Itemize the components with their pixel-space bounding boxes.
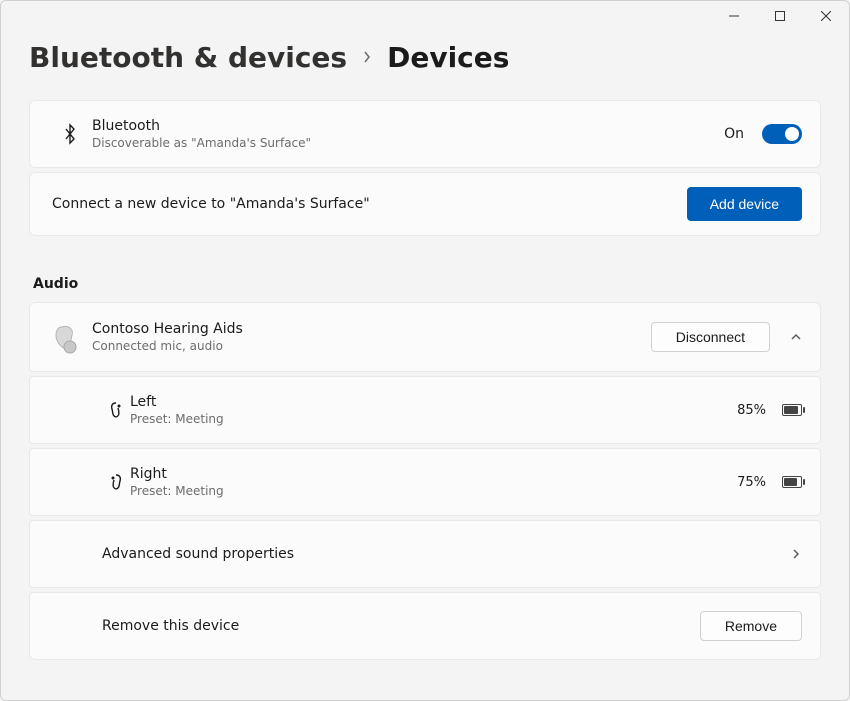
chevron-right-icon — [790, 548, 802, 560]
advanced-sound-card[interactable]: Advanced sound properties — [29, 520, 821, 588]
ear-left-card: Left Preset: Meeting 85% — [29, 376, 821, 444]
earbud-left-icon — [102, 401, 130, 419]
ear-preset: Preset: Meeting — [130, 484, 737, 498]
remove-device-card: Remove this device Remove — [29, 592, 821, 660]
maximize-button[interactable] — [757, 1, 803, 31]
battery-icon — [782, 476, 802, 488]
ear-right-card: Right Preset: Meeting 75% — [29, 448, 821, 516]
disconnect-button[interactable]: Disconnect — [651, 322, 770, 352]
remove-button[interactable]: Remove — [700, 611, 802, 641]
hearing-aid-icon — [48, 317, 92, 357]
earbud-right-icon — [102, 473, 130, 491]
remove-device-label: Remove this device — [102, 618, 700, 634]
audio-device-card[interactable]: Contoso Hearing Aids Connected mic, audi… — [29, 302, 821, 372]
add-device-button[interactable]: Add device — [687, 187, 802, 221]
bluetooth-icon — [48, 123, 92, 145]
add-device-card: Connect a new device to "Amanda's Surfac… — [29, 172, 821, 236]
bluetooth-subtitle: Discoverable as "Amanda's Surface" — [92, 136, 724, 150]
bluetooth-toggle[interactable] — [762, 124, 802, 144]
device-name: Contoso Hearing Aids — [92, 321, 651, 337]
chevron-right-icon — [361, 47, 373, 68]
add-device-prompt: Connect a new device to "Amanda's Surfac… — [52, 196, 687, 212]
battery-percent: 85% — [737, 403, 766, 418]
ear-preset: Preset: Meeting — [130, 412, 737, 426]
close-button[interactable] — [803, 1, 849, 31]
battery-icon — [782, 404, 802, 416]
advanced-sound-label: Advanced sound properties — [102, 546, 782, 562]
ear-side-label: Left — [130, 394, 737, 410]
device-status: Connected mic, audio — [92, 339, 651, 353]
titlebar — [711, 1, 849, 31]
breadcrumb-current: Devices — [387, 41, 509, 74]
chevron-up-icon[interactable] — [790, 331, 802, 343]
breadcrumb: Bluetooth & devices Devices — [29, 41, 821, 74]
minimize-button[interactable] — [711, 1, 757, 31]
bluetooth-card: Bluetooth Discoverable as "Amanda's Surf… — [29, 100, 821, 168]
battery-percent: 75% — [737, 475, 766, 490]
toggle-state-label: On — [724, 126, 744, 142]
ear-side-label: Right — [130, 466, 737, 482]
bluetooth-title: Bluetooth — [92, 118, 724, 134]
breadcrumb-parent[interactable]: Bluetooth & devices — [29, 41, 347, 74]
section-heading-audio: Audio — [33, 276, 821, 292]
